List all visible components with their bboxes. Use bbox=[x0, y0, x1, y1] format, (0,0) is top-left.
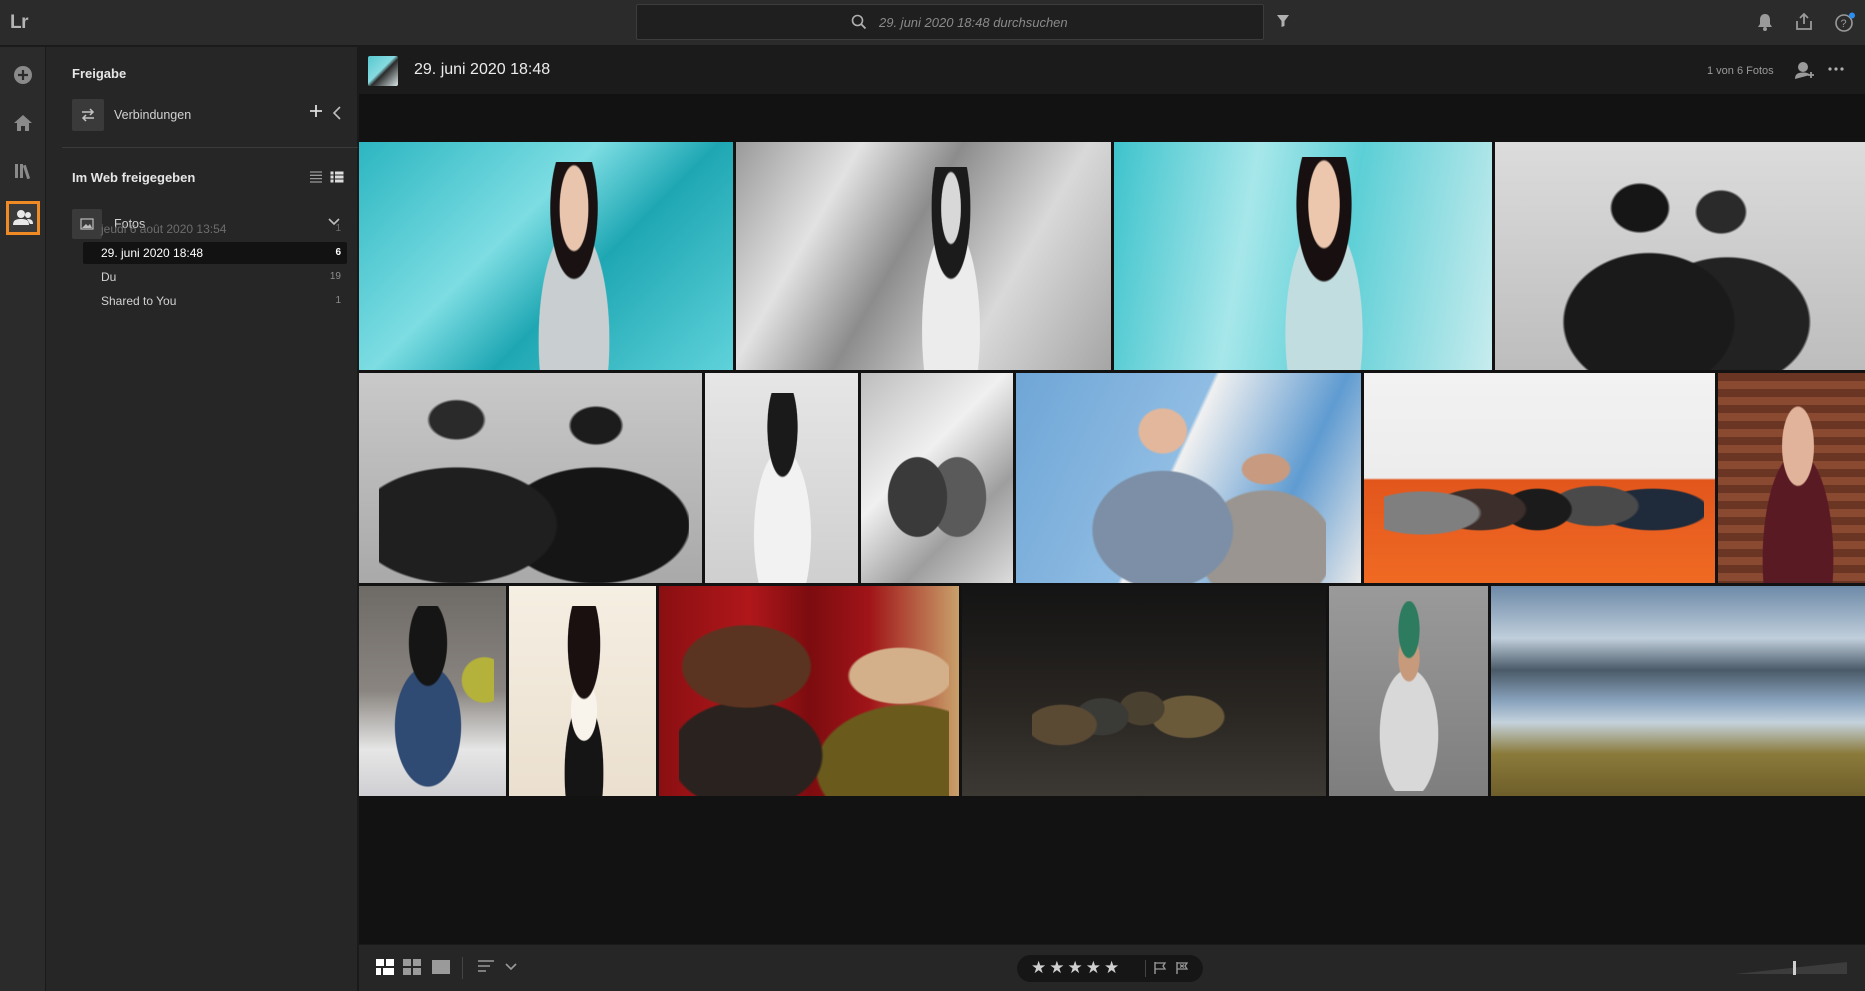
photo-count-text: 1 von 6 Fotos bbox=[1707, 65, 1774, 77]
photo-subject bbox=[1743, 393, 1853, 583]
photo-tile[interactable] bbox=[705, 373, 858, 583]
filter-icon[interactable] bbox=[1276, 14, 1290, 28]
album-header: 29. juni 2020 18:48 1 von 6 Fotos bbox=[359, 47, 1865, 94]
detail-single-icon[interactable] bbox=[432, 959, 450, 975]
sort-icon[interactable] bbox=[477, 959, 495, 975]
home-button[interactable] bbox=[6, 106, 40, 140]
photo-subject bbox=[1086, 393, 1326, 583]
photo-tile[interactable] bbox=[659, 586, 959, 796]
photo-tile[interactable] bbox=[1364, 373, 1715, 583]
photo-tile[interactable] bbox=[1329, 586, 1488, 796]
search-placeholder: 29. juni 2020 18:48 durchsuchen bbox=[879, 15, 1068, 30]
rating-divider bbox=[1145, 960, 1146, 977]
photo-tile[interactable] bbox=[509, 586, 656, 796]
album-item[interactable]: Shared to You 1 bbox=[83, 290, 347, 312]
album-item-selected[interactable]: 29. juni 2020 18:48 6 bbox=[83, 242, 347, 264]
album-item[interactable]: jeudi 6 août 2020 13:54 1 bbox=[83, 218, 347, 240]
album-name: Shared to You bbox=[101, 294, 177, 308]
add-photos-button[interactable] bbox=[6, 58, 40, 92]
share-icon[interactable] bbox=[1794, 12, 1814, 32]
bottom-toolbar: ★★★★★ bbox=[359, 944, 1865, 991]
photo-subject bbox=[1535, 172, 1835, 370]
web-shared-title: Im Web freigegeben bbox=[72, 170, 196, 185]
photo-tile[interactable] bbox=[1491, 586, 1865, 796]
shared-people-icon bbox=[13, 210, 33, 225]
list-view-icon[interactable] bbox=[309, 171, 323, 183]
top-bar: Lr 29. juni 2020 18:48 durchsuchen ? bbox=[0, 0, 1865, 46]
toolbar-divider bbox=[462, 957, 463, 979]
photo-tile[interactable] bbox=[736, 142, 1111, 370]
photo-subject bbox=[1032, 626, 1232, 791]
connections-row[interactable]: Verbindungen bbox=[72, 99, 348, 131]
svg-text:?: ? bbox=[1841, 18, 1847, 30]
search-icon bbox=[851, 14, 867, 30]
photo-tile[interactable] bbox=[1114, 142, 1492, 370]
album-name: jeudi 6 août 2020 13:54 bbox=[101, 222, 227, 236]
album-count: 1 bbox=[335, 295, 341, 306]
panel-divider bbox=[62, 147, 358, 148]
photo-subject bbox=[735, 393, 830, 583]
star-rating[interactable]: ★★★★★ bbox=[1031, 958, 1122, 978]
lightroom-app: Lr 29. juni 2020 18:48 durchsuchen ? Fre… bbox=[0, 0, 1865, 991]
album-cover-thumbnail[interactable] bbox=[368, 56, 398, 86]
album-title: 29. juni 2020 18:48 bbox=[414, 61, 551, 78]
photo-tile[interactable] bbox=[1016, 373, 1361, 583]
photo-subject bbox=[1384, 408, 1704, 583]
photo-subject bbox=[886, 398, 991, 578]
sharing-panel: Freigabe Verbindungen Im Web freigegeben… bbox=[46, 47, 358, 991]
photo-subject bbox=[1349, 601, 1469, 791]
photo-tile[interactable] bbox=[962, 586, 1326, 796]
photo-tile[interactable] bbox=[1495, 142, 1865, 370]
album-count: 19 bbox=[329, 271, 341, 282]
chevron-down-icon[interactable] bbox=[505, 963, 517, 971]
left-rail bbox=[0, 47, 46, 991]
album-item[interactable]: Du 19 bbox=[83, 266, 347, 288]
photo-grid-area: 29. juni 2020 18:48 1 von 6 Fotos bbox=[359, 47, 1865, 944]
photo-subject bbox=[539, 606, 629, 796]
photo-tile[interactable] bbox=[1718, 373, 1865, 583]
add-photo-icon bbox=[14, 66, 32, 84]
library-button[interactable] bbox=[6, 154, 40, 188]
help-icon[interactable]: ? bbox=[1834, 12, 1856, 34]
photo-subject bbox=[906, 167, 996, 370]
zoom-slider-icon[interactable] bbox=[1735, 960, 1847, 976]
photo-tile[interactable] bbox=[861, 373, 1013, 583]
app-logo[interactable]: Lr bbox=[10, 12, 29, 34]
bell-icon[interactable] bbox=[1756, 12, 1774, 32]
photo-tile[interactable] bbox=[359, 586, 506, 796]
sharing-button[interactable] bbox=[6, 201, 40, 235]
photo-tile[interactable] bbox=[359, 373, 702, 583]
square-grid-icon[interactable] bbox=[403, 959, 421, 975]
detail-view-icon[interactable] bbox=[330, 171, 344, 183]
photo-subject bbox=[1264, 157, 1384, 370]
album-name: Du bbox=[101, 270, 117, 284]
grid-view-icon[interactable] bbox=[376, 959, 394, 975]
photo-subject bbox=[379, 391, 689, 583]
share-user-icon[interactable] bbox=[1794, 60, 1816, 80]
photo-subject bbox=[374, 606, 494, 791]
library-icon bbox=[15, 164, 31, 180]
home-icon bbox=[14, 115, 32, 131]
flag-icon[interactable] bbox=[1153, 961, 1167, 975]
connections-icon bbox=[72, 99, 104, 131]
photo-tile[interactable] bbox=[359, 142, 733, 370]
album-count: 1 bbox=[335, 223, 341, 234]
more-icon[interactable] bbox=[1828, 67, 1844, 71]
search-input[interactable]: 29. juni 2020 18:48 durchsuchen bbox=[636, 4, 1264, 40]
album-count: 6 bbox=[335, 247, 341, 258]
add-icon[interactable] bbox=[308, 103, 324, 119]
panel-title: Freigabe bbox=[72, 66, 127, 81]
reject-flag-icon[interactable] bbox=[1175, 961, 1189, 975]
connections-label: Verbindungen bbox=[114, 108, 192, 122]
photo-subject bbox=[679, 611, 949, 796]
photo-subject bbox=[519, 162, 629, 370]
rating-control[interactable]: ★★★★★ bbox=[1017, 955, 1203, 982]
collapse-icon[interactable] bbox=[332, 106, 342, 120]
album-name: 29. juni 2020 18:48 bbox=[101, 246, 204, 260]
